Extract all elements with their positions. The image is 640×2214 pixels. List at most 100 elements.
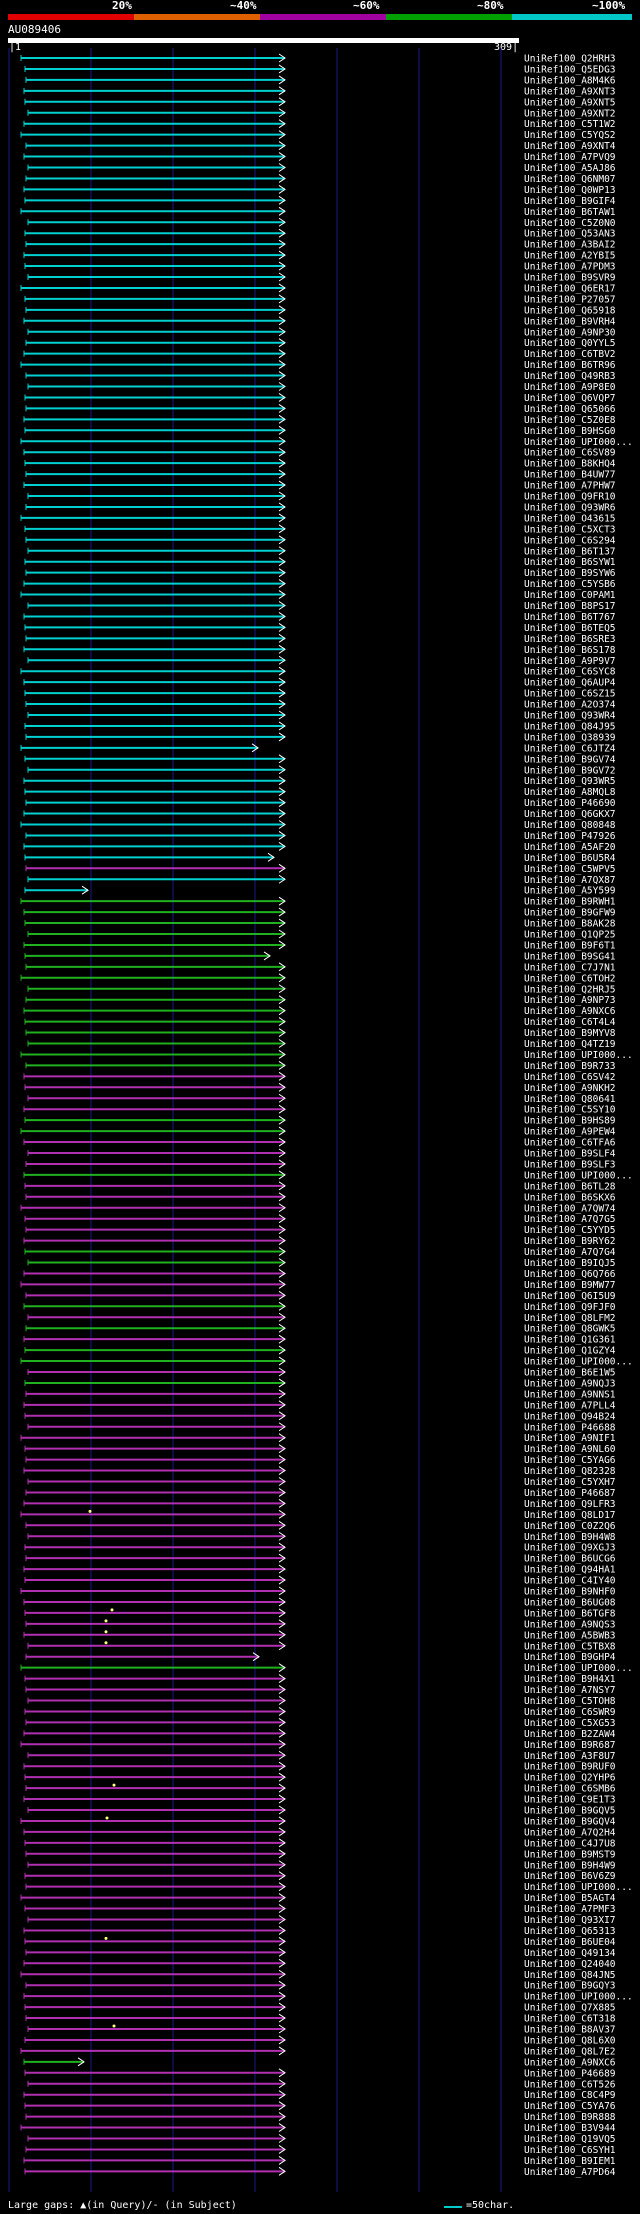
hit-label-link[interactable]: UniRef100_C5TBX8 xyxy=(524,1641,616,1652)
hit-label-link[interactable]: UniRef100_C6SYC8 xyxy=(524,667,616,678)
hit-label-link[interactable]: UniRef100_Q5EDG3 xyxy=(524,64,616,75)
hit-label-link[interactable]: UniRef100_B6S178 xyxy=(524,645,616,656)
hit-label-link[interactable]: UniRef100_C6SWR9 xyxy=(524,1707,616,1718)
hit-label-link[interactable]: UniRef100_A9XNT3 xyxy=(524,86,616,97)
hit-label-link[interactable]: UniRef100_A7PHW7 xyxy=(524,481,616,492)
hit-label-link[interactable]: UniRef100_B9R733 xyxy=(524,1061,616,1072)
hit-label-link[interactable]: UniRef100_B9HS89 xyxy=(524,1116,616,1127)
hit-label-link[interactable]: UniRef100_A7Q2H4 xyxy=(524,1827,616,1838)
hit-label-link[interactable]: UniRef100_Q80848 xyxy=(524,820,616,831)
hit-label-link[interactable]: UniRef100_C5YQS2 xyxy=(524,130,616,141)
hit-label-link[interactable]: UniRef100_Q49134 xyxy=(524,1948,616,1959)
hit-label-link[interactable]: UniRef100_A5BWB3 xyxy=(524,1630,616,1641)
hit-label-link[interactable]: UniRef100_A7PVQ9 xyxy=(524,152,616,163)
hit-label-link[interactable]: UniRef100_C5XCT3 xyxy=(524,524,616,535)
hit-label-link[interactable]: UniRef100_UPI000... xyxy=(524,1882,633,1893)
hit-label-link[interactable]: UniRef100_A8MQL8 xyxy=(524,787,616,798)
hit-label-link[interactable]: UniRef100_B9R687 xyxy=(524,1740,616,1751)
hit-label-link[interactable]: UniRef100_A7PLL4 xyxy=(524,1400,616,1411)
hit-label-link[interactable]: UniRef100_B8KHQ4 xyxy=(524,459,616,470)
hit-label-link[interactable]: UniRef100_B9SVR9 xyxy=(524,273,616,284)
hit-label-link[interactable]: UniRef100_Q1GZY4 xyxy=(524,1346,616,1357)
hit-label-link[interactable]: UniRef100_B6TEQ5 xyxy=(524,623,616,634)
hit-label-link[interactable]: UniRef100_B9MST9 xyxy=(524,1849,616,1860)
hit-label-link[interactable]: UniRef100_C5Z0N0 xyxy=(524,218,616,229)
hit-label-link[interactable]: UniRef100_B6UE04 xyxy=(524,1937,616,1948)
hit-label-link[interactable]: UniRef100_C6SYH1 xyxy=(524,2145,616,2156)
hit-label-link[interactable]: UniRef100_B6TAW1 xyxy=(524,207,616,218)
hit-label-link[interactable]: UniRef100_P47926 xyxy=(524,831,616,842)
hit-label-link[interactable]: UniRef100_C5YAG6 xyxy=(524,1455,616,1466)
hit-label-link[interactable]: UniRef100_B9GQV4 xyxy=(524,1816,616,1827)
hit-label-link[interactable]: UniRef100_Q93XI7 xyxy=(524,1915,616,1926)
hit-label-link[interactable]: UniRef100_A2YBI5 xyxy=(524,251,616,262)
hit-label-link[interactable]: UniRef100_Q1QP25 xyxy=(524,930,616,941)
hit-label-link[interactable]: UniRef100_C6T526 xyxy=(524,2079,616,2090)
hit-label-link[interactable]: UniRef100_B6UCG6 xyxy=(524,1554,616,1565)
hit-label-link[interactable]: UniRef100_B9IQJ5 xyxy=(524,1258,616,1269)
hit-label-link[interactable]: UniRef100_A5AF20 xyxy=(524,842,616,853)
hit-label-link[interactable]: UniRef100_B9GHP4 xyxy=(524,1652,616,1663)
hit-label-link[interactable]: UniRef100_P46690 xyxy=(524,798,616,809)
hit-label-link[interactable]: UniRef100_B9R888 xyxy=(524,2112,616,2123)
hit-label-link[interactable]: UniRef100_A7QW74 xyxy=(524,1203,616,1214)
hit-label-link[interactable]: UniRef100_A5Y599 xyxy=(524,886,616,897)
hit-label-link[interactable]: UniRef100_Q7X885 xyxy=(524,2003,616,2014)
hit-label-link[interactable]: UniRef100_C5YXH7 xyxy=(524,1477,616,1488)
hit-label-link[interactable]: UniRef100_A9NXC6 xyxy=(524,2057,616,2068)
hit-label-link[interactable]: UniRef100_A7PDM3 xyxy=(524,262,616,273)
hit-label-link[interactable]: UniRef100_B9VRH4 xyxy=(524,316,616,327)
hit-label-link[interactable]: UniRef100_Q9FJF0 xyxy=(524,1302,616,1313)
hit-label-link[interactable]: UniRef100_Q2HRH3 xyxy=(524,54,616,65)
hit-label-link[interactable]: UniRef100_Q6NM07 xyxy=(524,174,616,185)
hit-label-link[interactable]: UniRef100_A9NL60 xyxy=(524,1444,616,1455)
hit-label-link[interactable]: UniRef100_Q9LFR3 xyxy=(524,1499,616,1510)
hit-label-link[interactable]: UniRef100_B6V6Z9 xyxy=(524,1871,616,1882)
hit-label-link[interactable]: UniRef100_A9P8E0 xyxy=(524,382,616,393)
hit-label-link[interactable]: UniRef100_Q2YHP6 xyxy=(524,1773,616,1784)
hit-label-link[interactable]: UniRef100_B8AV37 xyxy=(524,2025,616,2036)
hit-label-link[interactable]: UniRef100_A7NSY7 xyxy=(524,1685,616,1696)
hit-label-link[interactable]: UniRef100_A7Q7G5 xyxy=(524,1214,616,1225)
hit-label-link[interactable]: UniRef100_Q6VQP7 xyxy=(524,393,616,404)
hit-label-link[interactable]: UniRef100_A9XNT4 xyxy=(524,141,616,152)
hit-label-link[interactable]: UniRef100_P46687 xyxy=(524,1488,616,1499)
hit-label-link[interactable]: UniRef100_B9IEM1 xyxy=(524,2156,616,2167)
hit-label-link[interactable]: UniRef100_Q49RB3 xyxy=(524,371,616,382)
hit-label-link[interactable]: UniRef100_B6T137 xyxy=(524,546,616,557)
hit-label-link[interactable]: UniRef100_C6TBV2 xyxy=(524,349,616,360)
hit-label-link[interactable]: UniRef100_Q0WP13 xyxy=(524,185,616,196)
hit-label-link[interactable]: UniRef100_Q94B24 xyxy=(524,1411,616,1422)
hit-label-link[interactable]: UniRef100_B9GIF4 xyxy=(524,196,616,207)
hit-label-link[interactable]: UniRef100_B6TGF8 xyxy=(524,1608,616,1619)
hit-label-link[interactable]: UniRef100_A9XNT5 xyxy=(524,97,616,108)
hit-label-link[interactable]: UniRef100_A9NP30 xyxy=(524,327,616,338)
hit-label-link[interactable]: UniRef100_B6E1W5 xyxy=(524,1368,616,1379)
hit-label-link[interactable]: UniRef100_A8M4K6 xyxy=(524,75,616,86)
hit-label-link[interactable]: UniRef100_B3V944 xyxy=(524,2123,616,2134)
hit-label-link[interactable]: UniRef100_Q6GKX7 xyxy=(524,809,616,820)
hit-label-link[interactable]: UniRef100_C0PAM1 xyxy=(524,590,616,601)
hit-label-link[interactable]: UniRef100_B8PS17 xyxy=(524,601,616,612)
hit-label-link[interactable]: UniRef100_C0Z2Q6 xyxy=(524,1521,616,1532)
hit-label-link[interactable]: UniRef100_A7Q7G4 xyxy=(524,1247,616,1258)
hit-label-link[interactable]: UniRef100_A9NIF1 xyxy=(524,1433,616,1444)
hit-label-link[interactable]: UniRef100_A9NKH2 xyxy=(524,1083,616,1094)
hit-label-link[interactable]: UniRef100_C5YA76 xyxy=(524,2101,616,2112)
hit-label-link[interactable]: UniRef100_B9NHF0 xyxy=(524,1587,616,1598)
hit-label-link[interactable]: UniRef100_C6T4L4 xyxy=(524,1017,616,1028)
hit-label-link[interactable]: UniRef100_B9RUF0 xyxy=(524,1762,616,1773)
hit-label-link[interactable]: UniRef100_B6UG08 xyxy=(524,1597,616,1608)
hit-label-link[interactable]: UniRef100_B9RY62 xyxy=(524,1236,616,1247)
hit-label-link[interactable]: UniRef100_Q65313 xyxy=(524,1926,616,1937)
hit-label-link[interactable]: UniRef100_B6SKX6 xyxy=(524,1192,616,1203)
hit-label-link[interactable]: UniRef100_Q8GWK5 xyxy=(524,1324,616,1335)
hit-label-link[interactable]: UniRef100_A9NQS3 xyxy=(524,1619,616,1630)
hit-label-link[interactable]: UniRef100_A5AJ86 xyxy=(524,163,616,174)
hit-label-link[interactable]: UniRef100_C4IY40 xyxy=(524,1576,616,1587)
hit-label-link[interactable]: UniRef100_P27057 xyxy=(524,294,616,305)
hit-label-link[interactable]: UniRef100_B9SLF4 xyxy=(524,1149,616,1160)
hit-label-link[interactable]: UniRef100_UPI000... xyxy=(524,1992,633,2003)
hit-label-link[interactable]: UniRef100_B5AGT4 xyxy=(524,1893,616,1904)
hit-label-link[interactable]: UniRef100_C5XG53 xyxy=(524,1718,616,1729)
